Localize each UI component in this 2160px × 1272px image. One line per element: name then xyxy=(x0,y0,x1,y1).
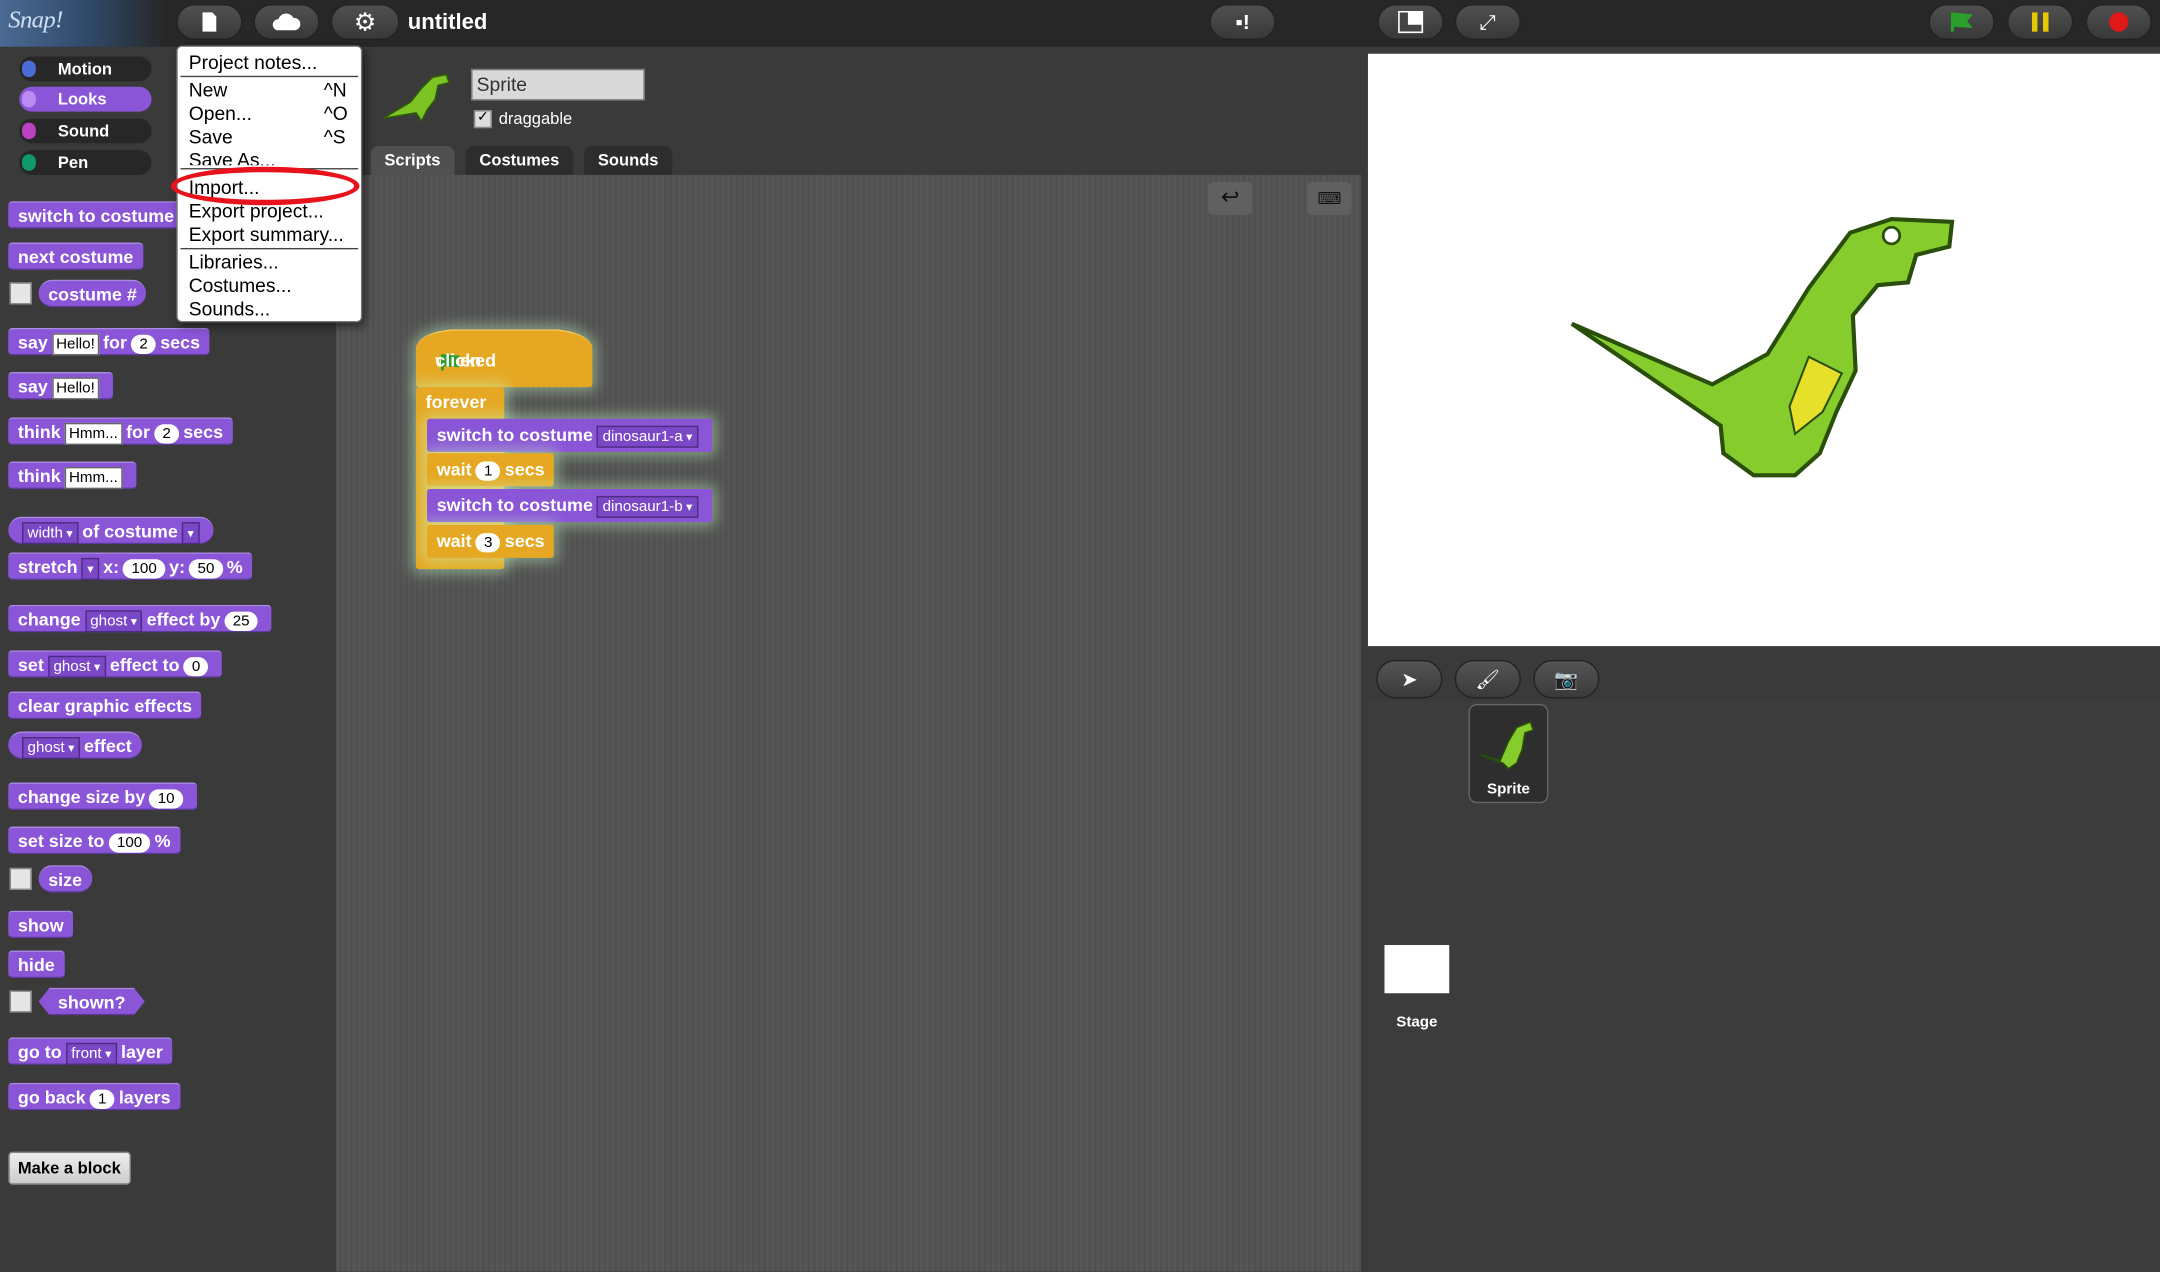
think-block[interactable]: think Hmm... xyxy=(8,461,136,490)
stretch-block[interactable]: stretchx:100y:50% xyxy=(8,552,253,580)
change-effect-block[interactable]: changeghosteffect by25 xyxy=(8,604,272,633)
green-flag-button[interactable] xyxy=(1928,4,1995,40)
pause-button[interactable] xyxy=(2007,4,2074,40)
top-bar: Snap! ⚙ untitled ▪! ⤢ xyxy=(0,0,2160,47)
pause-icon xyxy=(2031,12,2049,32)
cloud-button[interactable] xyxy=(253,4,320,40)
category-sound[interactable]: Sound xyxy=(19,118,152,144)
shown-predicate[interactable]: shown? xyxy=(39,988,145,1016)
menu-item-new[interactable]: New ^N xyxy=(189,79,347,101)
tab-sounds[interactable]: Sounds xyxy=(584,146,673,175)
undo-button[interactable]: ↩ xyxy=(1208,181,1253,215)
menu-item-project-notes[interactable]: Project notes... xyxy=(189,51,318,73)
effect-reporter[interactable]: ghosteffect xyxy=(8,731,142,760)
file-icon xyxy=(202,12,217,32)
category-looks[interactable]: Looks xyxy=(19,86,152,112)
stop-icon xyxy=(2109,12,2129,32)
presentation-mode-button[interactable]: ⤢ xyxy=(1454,4,1521,40)
draggable-toggle[interactable]: ✓ draggable xyxy=(473,108,573,129)
tab-costumes[interactable]: Costumes xyxy=(465,146,574,175)
make-a-block-button[interactable]: Make a block xyxy=(8,1151,131,1185)
costume-number-checkbox[interactable] xyxy=(9,282,32,305)
set-effect-block[interactable]: setghosteffect to0 xyxy=(8,650,223,678)
costume-number-reporter[interactable]: costume # xyxy=(38,279,147,308)
green-flag-icon xyxy=(1950,12,1973,32)
tab-scripts[interactable]: Scripts xyxy=(370,146,455,175)
stage-label: Stage xyxy=(1396,1013,1438,1031)
stage-layout-icon xyxy=(1398,11,1424,34)
stop-button[interactable] xyxy=(2085,4,2152,40)
paint-new-sprite-button[interactable]: 🖌 xyxy=(1454,659,1521,699)
settings-button[interactable]: ⚙ xyxy=(330,4,400,40)
menu-item-save-as[interactable]: Save As... xyxy=(189,149,276,166)
project-title: untitled xyxy=(407,11,488,35)
menu-item-sounds[interactable]: Sounds... xyxy=(189,298,270,320)
keyboard-icon: ⌨ xyxy=(1317,188,1342,209)
go-back-layers-block[interactable]: go back 1 layers xyxy=(8,1082,181,1111)
camera-sprite-button[interactable]: 📷 xyxy=(1533,659,1600,699)
sprite-corral-item[interactable]: Sprite xyxy=(1468,703,1549,804)
menu-item-open[interactable]: Open... ^O xyxy=(189,102,348,124)
add-turtle-sprite-button[interactable]: ➤ xyxy=(1376,659,1443,699)
import-highlight-circle xyxy=(170,166,360,206)
stage-thumbnail[interactable] xyxy=(1384,945,1450,994)
stage-canvas[interactable] xyxy=(1367,53,2160,647)
file-button[interactable] xyxy=(176,4,243,40)
stage-size-button[interactable]: ▪! xyxy=(1209,4,1276,40)
menu-item-costumes[interactable]: Costumes... xyxy=(189,274,292,296)
sprite-corral-label: Sprite xyxy=(1486,781,1530,798)
change-size-block[interactable]: change size by 10 xyxy=(8,782,197,811)
say-block[interactable]: say Hello! xyxy=(8,371,113,400)
brush-icon: 🖌 xyxy=(1475,668,1501,691)
wait-1-secs-block[interactable]: wait 1 secs xyxy=(427,453,555,487)
draggable-checkbox[interactable]: ✓ xyxy=(473,110,492,129)
expand-icon: ⤢ xyxy=(1479,10,1497,34)
think-for-secs-block[interactable]: think Hmm... for 2 secs xyxy=(8,417,233,445)
category-pen[interactable]: Pen xyxy=(19,150,152,175)
switch-to-costume-block[interactable]: switch to costume xyxy=(8,201,185,229)
size-checkbox[interactable] xyxy=(9,867,32,890)
menu-item-export-summary[interactable]: Export summary... xyxy=(189,223,344,245)
say-for-secs-block[interactable]: say Hello! for 2 secs xyxy=(8,327,210,356)
dinosaur-thumbnail xyxy=(1480,720,1535,770)
sprite-name-field[interactable]: Sprite xyxy=(471,68,645,101)
clear-graphic-effects-block[interactable]: clear graphic effects xyxy=(8,691,202,720)
when-flag-clicked-hat[interactable]: when clicked xyxy=(416,329,593,388)
attribute-of-costume-reporter[interactable]: widthof costume xyxy=(8,516,213,545)
set-size-block[interactable]: set size to 100% xyxy=(8,826,181,855)
cloud-icon xyxy=(272,13,301,31)
hide-block[interactable]: hide xyxy=(8,950,65,979)
keyboard-entry-button[interactable]: ⌨ xyxy=(1307,181,1352,215)
wait-3-secs-block[interactable]: wait 3 secs xyxy=(427,524,555,558)
show-block[interactable]: show xyxy=(8,910,74,939)
gear-icon: ⚙ xyxy=(353,7,377,36)
camera-icon: 📷 xyxy=(1554,668,1579,691)
footprints-icon: ▪! xyxy=(1235,10,1250,34)
undo-arrow-icon: ↩ xyxy=(1220,185,1240,210)
go-to-layer-block[interactable]: go tofrontlayer xyxy=(8,1037,173,1065)
dinosaur-sprite[interactable] xyxy=(1561,205,1974,494)
menu-item-libraries[interactable]: Libraries... xyxy=(189,251,279,273)
switch-costume-b-block[interactable]: switch to costume dinosaur1-b xyxy=(427,489,712,523)
switch-costume-a-block[interactable]: switch to costume dinosaur1-a xyxy=(427,418,712,452)
sprite-thumbnail xyxy=(382,73,451,123)
turtle-arrow-icon: ➤ xyxy=(1401,668,1418,691)
menu-item-save[interactable]: Save ^S xyxy=(189,125,346,147)
shown-checkbox[interactable] xyxy=(9,990,32,1013)
snap-logo[interactable]: Snap! xyxy=(0,0,166,47)
next-costume-block[interactable]: next costume xyxy=(8,242,144,271)
logo-text: Snap! xyxy=(8,5,63,34)
block-palette: switch to costume next costume costume #… xyxy=(0,179,331,1272)
normal-stage-button[interactable] xyxy=(1377,4,1444,40)
menu-separator xyxy=(180,75,359,78)
menu-separator xyxy=(180,247,359,250)
draggable-label: draggable xyxy=(498,108,573,129)
category-motion[interactable]: Motion xyxy=(19,56,152,82)
size-reporter[interactable]: size xyxy=(38,865,92,893)
